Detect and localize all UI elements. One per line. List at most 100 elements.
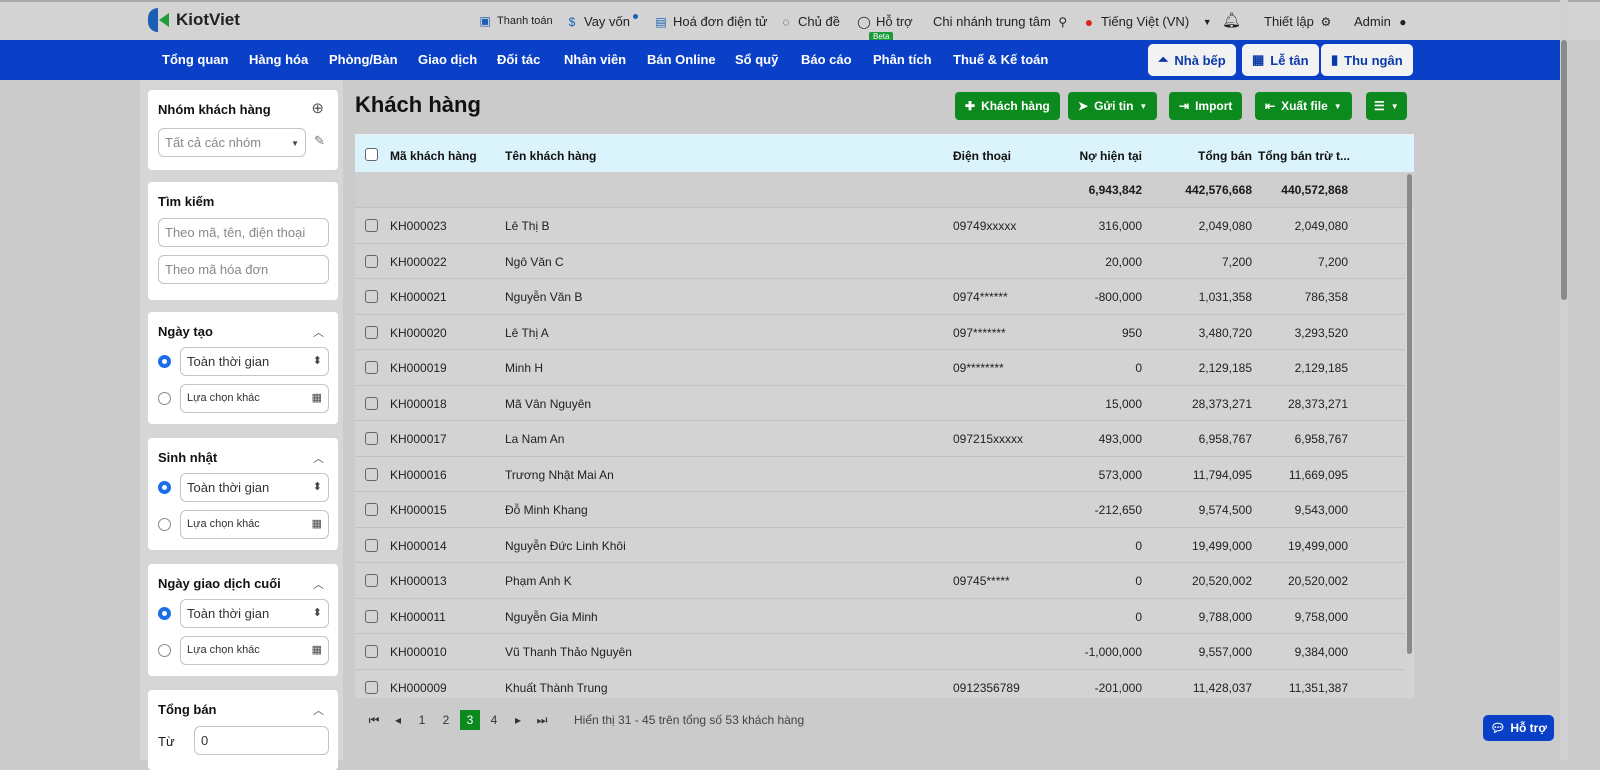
customer-group-select[interactable]: Tất cả các nhóm ▼ [158, 128, 306, 157]
chevron-up-icon[interactable]: ︿ [313, 702, 324, 718]
table-row[interactable]: KH000018 Mã Vân Nguyên 15,000 28,373,271 28,… [355, 385, 1405, 421]
import-button[interactable]: ⇥ Import [1169, 92, 1243, 120]
export-button[interactable]: ⇤ Xuất file ▼ [1255, 92, 1352, 120]
payment-link[interactable]: ▣ Thanh toán [478, 14, 552, 28]
table-row[interactable]: KH000022 Ngô Văn C 20,000 7,200 7,200 [355, 243, 1405, 279]
radio-all-time[interactable] [158, 481, 171, 494]
loan-link[interactable]: $ Vay vốn [565, 14, 630, 29]
row-checkbox[interactable] [365, 680, 378, 694]
reception-button[interactable]: ▦ Lễ tân [1242, 44, 1319, 76]
column-header-debt[interactable]: Nợ hiện tại [1079, 149, 1142, 163]
last-page-icon[interactable]: ⏭ [530, 710, 554, 730]
add-circle-icon[interactable]: ⊕ [311, 99, 324, 117]
table-row[interactable]: KH000021 Nguyễn Văn B 0974****** -800,000 1,… [355, 279, 1405, 315]
chevron-up-icon[interactable]: ︿ [313, 324, 324, 340]
table-row[interactable]: KH000019 Minh H 09******** 0 2,129,185 2,129,… [355, 350, 1405, 386]
row-checkbox[interactable] [365, 396, 378, 410]
column-header-code[interactable]: Mã khách hàng [390, 149, 477, 163]
last-tx-custom[interactable]: Lựa chọn khác ▦ [180, 636, 329, 665]
help-chat-button[interactable]: 💬︎ Hỗ trợ [1483, 715, 1554, 741]
support-link[interactable]: ◯ Hỗ trợ [857, 14, 912, 29]
next-page-icon[interactable]: ▸ [506, 710, 530, 730]
birthday-select[interactable]: Toàn thời gian ⬍ [180, 473, 329, 502]
branch-selector[interactable]: Chi nhánh trung tâm ⚲ [933, 14, 1070, 29]
page-4[interactable]: 4 [482, 710, 506, 730]
nav-reports[interactable]: Báo cáo [801, 52, 852, 67]
theme-link[interactable]: ◌ Chủ đề [779, 14, 840, 29]
prev-page-icon[interactable]: ◂ [386, 710, 410, 730]
user-menu[interactable]: Admin ● [1354, 14, 1410, 29]
table-row[interactable]: KH000015 Đỗ Minh Khang -212,650 9,574,500 9,… [355, 492, 1405, 528]
row-checkbox[interactable] [365, 645, 378, 658]
scrollbar-thumb[interactable] [1561, 40, 1567, 300]
row-checkbox[interactable] [365, 325, 378, 339]
table-row[interactable]: KH000016 Trương Nhật Mai An 573,000 11,794,… [355, 456, 1405, 492]
row-checkbox[interactable] [365, 290, 378, 303]
nav-staff[interactable]: Nhân viên [564, 52, 626, 67]
radio-all-time[interactable] [158, 607, 171, 620]
search-invoice-input[interactable]: Theo mã hóa đơn [158, 255, 329, 284]
created-date-custom[interactable]: Lựa chọn khác ▦ [180, 384, 329, 413]
page-2[interactable]: 2 [434, 710, 458, 730]
chevron-up-icon[interactable]: ︿ [313, 576, 324, 592]
birthday-custom[interactable]: Lựa chọn khác ▦ [180, 510, 329, 539]
current-debt: 573,000 [1098, 467, 1142, 482]
pencil-icon[interactable]: ✎ [314, 133, 325, 149]
radio-custom[interactable] [158, 518, 171, 531]
table-row[interactable]: KH000013 Phạm Anh K 09745***** 0 20,520,002 2… [355, 563, 1405, 599]
send-message-button[interactable]: ➤ Gửi tin ▼ [1068, 92, 1158, 120]
row-checkbox[interactable] [365, 254, 378, 268]
table-row[interactable]: KH000010 Vũ Thanh Thảo Nguyên -1,000,000 9,… [355, 634, 1405, 670]
radio-all-time[interactable] [158, 355, 171, 368]
nav-transactions[interactable]: Giao dịch [418, 52, 477, 67]
column-header-total[interactable]: Tổng bán [1198, 149, 1252, 163]
notifications-button[interactable]: 🔔︎ [1222, 13, 1241, 28]
nav-analytics[interactable]: Phân tích [873, 52, 932, 67]
row-checkbox[interactable] [365, 432, 378, 445]
nav-cashbook[interactable]: Sổ quỹ [735, 52, 778, 67]
cashier-button[interactable]: ▮ Thu ngân [1321, 44, 1413, 76]
row-checkbox[interactable] [365, 361, 378, 374]
select-all-checkbox[interactable] [365, 148, 378, 161]
last-tx-select[interactable]: Toàn thời gian ⬍ [180, 599, 329, 628]
nav-partners[interactable]: Đối tác [497, 52, 540, 67]
nav-overview[interactable]: Tổng quan [162, 52, 228, 67]
table-scrollbar[interactable] [1407, 174, 1412, 654]
table-row[interactable]: KH000009 Khuất Thành Trung 0912356789 -201,… [355, 669, 1405, 698]
first-page-icon[interactable]: ⏮ [362, 710, 386, 730]
page-3-current[interactable]: 3 [460, 710, 480, 730]
kitchen-button[interactable]: ⏶ Nhà bếp [1148, 44, 1236, 76]
column-options-button[interactable]: ☰ ▼ [1366, 92, 1407, 120]
table-row[interactable]: KH000023 Lê Thị B 09749xxxxx 316,000 2,049,0… [355, 208, 1405, 244]
nav-tax-accounting[interactable]: Thuế & Kế toán [953, 52, 1048, 67]
row-checkbox[interactable] [365, 574, 378, 587]
row-checkbox[interactable] [365, 609, 378, 623]
chevron-up-icon[interactable]: ︿ [313, 450, 324, 466]
page-1[interactable]: 1 [410, 710, 434, 730]
page-scrollbar[interactable] [1560, 0, 1568, 760]
row-checkbox[interactable] [365, 467, 378, 481]
total-sales-from-input[interactable]: 0 [194, 726, 329, 755]
column-header-name[interactable]: Tên khách hàng [505, 149, 596, 163]
add-customer-button[interactable]: ✚ Khách hàng [955, 92, 1060, 120]
nav-products[interactable]: Hàng hóa [249, 52, 308, 67]
row-checkbox[interactable] [365, 538, 378, 552]
search-customer-input[interactable]: Theo mã, tên, điện thoại [158, 218, 329, 247]
language-selector[interactable]: ● Tiếng Việt (VN) ▼ [1082, 14, 1214, 29]
radio-custom[interactable] [158, 392, 171, 405]
row-checkbox[interactable] [365, 503, 378, 516]
settings-menu[interactable]: Thiết lập ⚙ [1264, 14, 1333, 29]
column-header-phone[interactable]: Điện thoại [953, 149, 1011, 163]
nav-online-sales[interactable]: Bán Online [647, 52, 716, 67]
table-row[interactable]: KH000020 Lê Thị A 097******* 950 3,480,720 3,… [355, 314, 1405, 350]
table-row[interactable]: KH000011 Nguyễn Gia Minh 0 9,788,000 9,758,0… [355, 598, 1405, 634]
e-invoice-link[interactable]: ▤ Hoá đơn điện tử [654, 14, 767, 29]
row-checkbox[interactable] [365, 219, 378, 232]
table-row[interactable]: KH000017 La Nam An 097215xxxxx 493,000 6,958… [355, 421, 1405, 457]
column-header-net-total[interactable]: Tổng bán trừ t... [1258, 149, 1350, 163]
kiotviet-logo[interactable]: KiotViet [148, 8, 240, 32]
created-date-select[interactable]: Toàn thời gian ⬍ [180, 347, 329, 376]
table-row[interactable]: KH000014 Nguyễn Đức Linh Khôi 0 19,499,000 1… [355, 527, 1405, 563]
radio-custom[interactable] [158, 644, 171, 657]
nav-rooms-tables[interactable]: Phòng/Bàn [329, 52, 398, 67]
